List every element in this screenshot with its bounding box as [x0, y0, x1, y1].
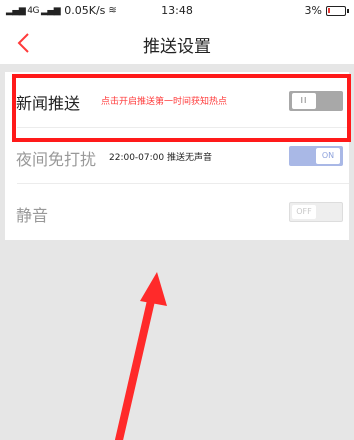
battery-icon — [326, 5, 349, 16]
nav-bar: 推送设置 — [0, 22, 354, 64]
battery-percent: 3% — [304, 4, 322, 17]
setting-label: 静音 — [16, 206, 49, 225]
settings-list: 新闻推送 点击开启推送第一时间获知热点 II 夜间免打扰 22:00-07:00… — [5, 72, 349, 240]
toggle-label: OFF — [292, 205, 316, 219]
toggle-knob: II — [292, 93, 316, 109]
status-bar: ▂▄▆ 4G ▂▄▆ 0.05K/s ≋ 13:48 3% — [0, 0, 354, 22]
setting-label: 夜间免打扰 — [16, 150, 97, 169]
setting-row-news-push[interactable]: 新闻推送 点击开启推送第一时间获知热点 II — [5, 72, 349, 128]
do-not-disturb-toggle[interactable]: ON — [289, 146, 343, 166]
toggle-label: ON — [316, 148, 340, 164]
status-time: 13:48 — [161, 4, 193, 17]
setting-desc: 点击开启推送第一时间获知热点 — [101, 97, 228, 107]
setting-label: 新闻推送 — [16, 94, 81, 113]
news-push-toggle[interactable]: II — [289, 91, 343, 111]
setting-row-do-not-disturb[interactable]: 夜间免打扰 22:00-07:00 推送无声音 ON — [5, 128, 349, 184]
mute-toggle[interactable]: OFF — [289, 202, 343, 222]
setting-desc: 22:00-07:00 推送无声音 — [109, 153, 212, 163]
status-right: 3% — [304, 4, 349, 17]
page-title: 推送设置 — [143, 37, 211, 57]
setting-row-mute[interactable]: 静音 OFF — [5, 184, 349, 240]
